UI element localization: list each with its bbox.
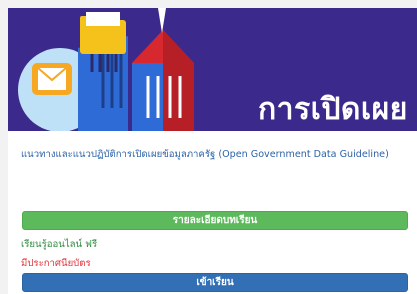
course-banner[interactable]: การเปิดเผย — [8, 8, 417, 131]
course-card: การเปิดเผย แนวทางและแนวปฏิบัติการเปิดเผย… — [8, 8, 417, 294]
course-title[interactable]: แนวทางและแนวปฏิบัติการเปิดเผยข้อมูลภาครั… — [21, 148, 411, 161]
envelope-icon — [32, 63, 72, 95]
course-details-button[interactable]: รายละเอียดบทเรียน — [22, 211, 408, 230]
spike-shape — [158, 8, 166, 33]
certificate-label: มีประกาศนียบัตร — [21, 258, 91, 269]
enroll-button[interactable]: เข้าเรียน — [22, 273, 408, 292]
banner-title: การเปิดเผย — [258, 92, 408, 127]
free-online-label: เรียนรู้ออนไลน์ ฟรี — [21, 239, 98, 250]
tower-icon — [132, 30, 194, 131]
